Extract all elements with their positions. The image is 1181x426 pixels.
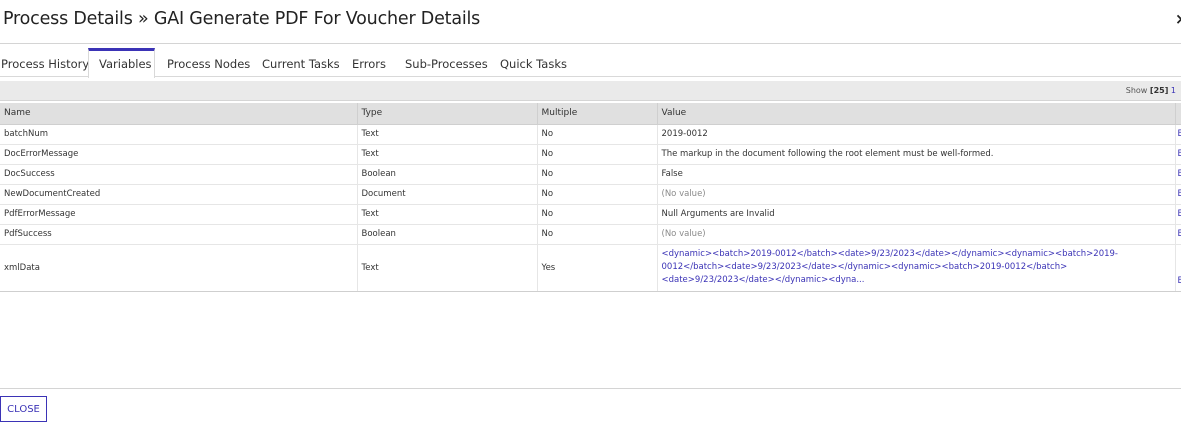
tab-errors[interactable]: Errors xyxy=(352,48,386,77)
close-icon[interactable]: × xyxy=(1175,10,1181,28)
variable-name: PdfErrorMessage xyxy=(0,204,358,225)
tab-current-tasks[interactable]: Current Tasks xyxy=(262,48,340,77)
edit-link[interactable]: E xyxy=(1175,204,1181,225)
table-header-row: Name Type Multiple Value xyxy=(0,103,1181,125)
variable-multiple: No xyxy=(537,184,658,205)
variable-type: Text xyxy=(357,244,538,292)
table-toolbar: Show [25] 1 xyxy=(0,81,1181,101)
table-row: xmlData Text Yes <dynamic><batch>2019-00… xyxy=(0,244,1181,292)
variable-multiple: Yes xyxy=(537,244,658,292)
variable-value: (No value) xyxy=(657,224,1176,245)
edit-link[interactable]: E xyxy=(1175,224,1181,245)
tab-variables[interactable]: Variables xyxy=(88,48,155,78)
table-row: DocSuccess Boolean No False E xyxy=(0,164,1181,185)
variable-multiple: No xyxy=(537,124,658,145)
page-size-selector[interactable]: Show [25] 1 xyxy=(1126,86,1176,95)
variable-value: Null Arguments are Invalid xyxy=(657,204,1176,225)
page-indicator[interactable]: 1 xyxy=(1171,86,1176,95)
variables-table: Name Type Multiple Value batchNum Text N… xyxy=(0,103,1181,292)
edit-link[interactable]: E xyxy=(1175,164,1181,185)
column-header-type[interactable]: Type xyxy=(357,103,538,125)
variable-type: Text xyxy=(357,204,538,225)
variable-name: batchNum xyxy=(0,124,358,145)
edit-link[interactable]: E xyxy=(1175,244,1181,292)
variable-type: Text xyxy=(357,124,538,145)
table-row: PdfErrorMessage Text No Null Arguments a… xyxy=(0,204,1181,225)
variable-multiple: No xyxy=(537,204,658,225)
table-row: NewDocumentCreated Document No (No value… xyxy=(0,184,1181,205)
variable-type: Text xyxy=(357,144,538,165)
variable-name: NewDocumentCreated xyxy=(0,184,358,205)
variable-multiple: No xyxy=(537,164,658,185)
column-header-multiple[interactable]: Multiple xyxy=(537,103,658,125)
table-row: PdfSuccess Boolean No (No value) E xyxy=(0,224,1181,245)
variable-value: The markup in the document following the… xyxy=(657,144,1176,165)
variable-multiple: No xyxy=(537,144,658,165)
column-header-actions xyxy=(1175,103,1181,125)
edit-link[interactable]: E xyxy=(1175,124,1181,145)
dialog-header: Process Details » GAI Generate PDF For V… xyxy=(0,0,1181,44)
variable-type: Boolean xyxy=(357,224,538,245)
table-row: batchNum Text No 2019-0012 E xyxy=(0,124,1181,145)
tab-process-nodes[interactable]: Process Nodes xyxy=(167,48,250,77)
tab-process-history[interactable]: Process History xyxy=(1,48,89,77)
tab-bar: Process History Variables Process Nodes … xyxy=(0,48,1181,78)
variable-value-xml[interactable]: <dynamic><batch>2019-0012</batch><date>9… xyxy=(657,244,1176,292)
variable-multiple: No xyxy=(537,224,658,245)
variable-value: False xyxy=(657,164,1176,185)
variable-type: Document xyxy=(357,184,538,205)
edit-link[interactable]: E xyxy=(1175,144,1181,165)
edit-link[interactable]: E xyxy=(1175,184,1181,205)
variable-name: DocErrorMessage xyxy=(0,144,358,165)
tab-sub-processes[interactable]: Sub-Processes xyxy=(405,48,488,77)
page-size-value[interactable]: [25] xyxy=(1150,86,1168,95)
variable-name: xmlData xyxy=(0,244,358,292)
show-label: Show xyxy=(1125,86,1148,95)
variable-name: PdfSuccess xyxy=(0,224,358,245)
variable-name: DocSuccess xyxy=(0,164,358,185)
tab-quick-tasks[interactable]: Quick Tasks xyxy=(500,48,567,77)
dialog-title: Process Details » GAI Generate PDF For V… xyxy=(3,9,481,29)
variable-value: (No value) xyxy=(657,184,1176,205)
variable-value: 2019-0012 xyxy=(657,124,1176,145)
column-header-name[interactable]: Name xyxy=(0,103,358,125)
close-button[interactable]: CLOSE xyxy=(0,396,47,422)
table-row: DocErrorMessage Text No The markup in th… xyxy=(0,144,1181,165)
column-header-value[interactable]: Value xyxy=(657,103,1176,125)
variable-type: Boolean xyxy=(357,164,538,185)
dialog-footer: CLOSE xyxy=(0,388,1181,426)
